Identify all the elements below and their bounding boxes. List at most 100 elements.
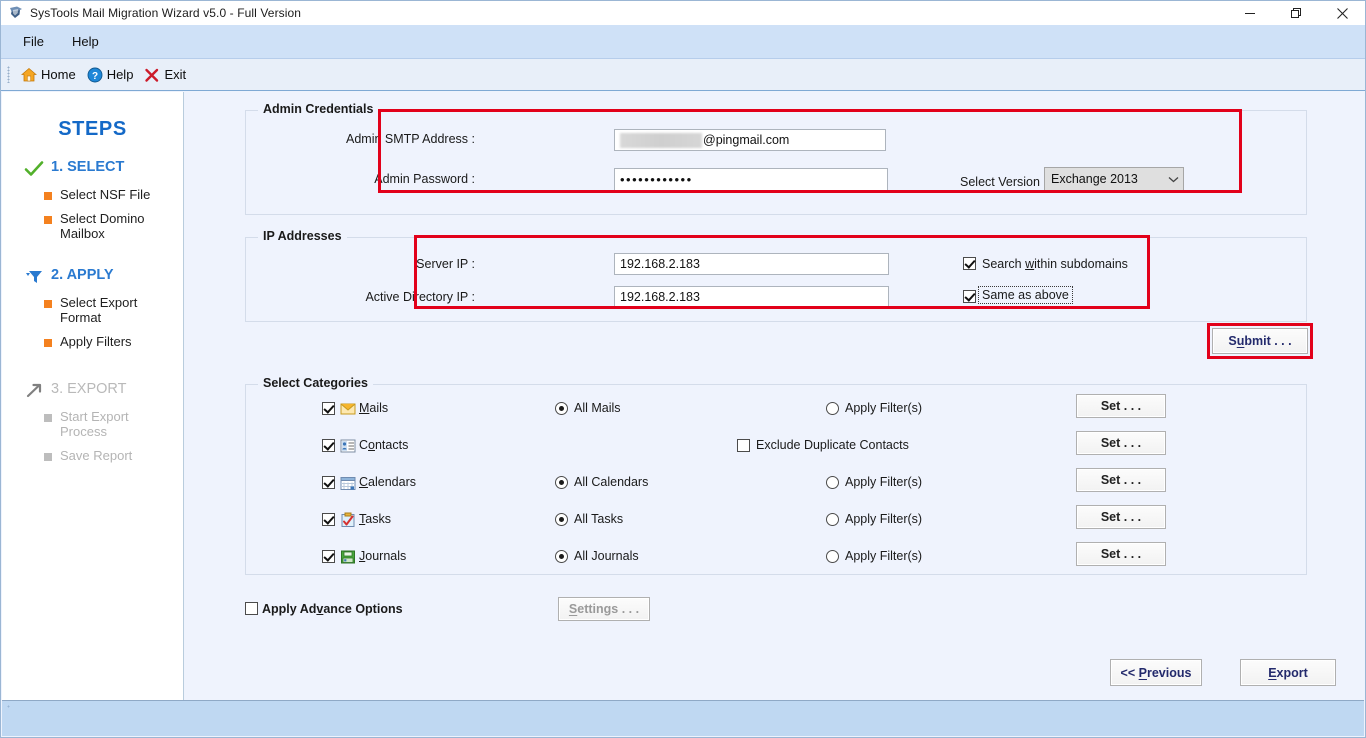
- menu-bar: File Help: [1, 25, 1365, 59]
- ip-addresses-legend: IP Addresses: [258, 229, 347, 243]
- export-button-label: Export: [1268, 665, 1308, 680]
- set-button-journals[interactable]: Set . . .: [1076, 542, 1166, 566]
- admin-smtp-input[interactable]: @pingmail.com: [614, 129, 886, 151]
- category-checkbox-tasks[interactable]: [322, 513, 335, 526]
- apply-advance-options-checkbox[interactable]: [245, 602, 258, 615]
- sidebar-label-export: 3. EXPORT: [51, 381, 127, 397]
- set-button-label-tasks: Set . . .: [1100, 510, 1142, 524]
- bullet-icon: [44, 339, 52, 347]
- steps-title: STEPS: [58, 118, 127, 140]
- all-journals-radio[interactable]: [555, 550, 568, 563]
- step-group-export: 3. EXPORT Start Export Process Save Repo…: [2, 381, 183, 463]
- admin-password-input[interactable]: ••••••••••••: [614, 168, 888, 191]
- apply-filters-label-tasks[interactable]: Apply Filter(s): [845, 512, 922, 526]
- sidebar-subitem-select-export-format[interactable]: Select Export Format: [2, 295, 162, 325]
- previous-button-label: << Previous: [1120, 665, 1192, 680]
- all-tasks-radio[interactable]: [555, 513, 568, 526]
- all-mails-label[interactable]: All Mails: [574, 401, 621, 415]
- redaction-block: [620, 132, 702, 148]
- toolbar-button-home[interactable]: Home: [17, 65, 83, 85]
- minimize-icon[interactable]: [1227, 1, 1273, 25]
- category-checkbox-contacts[interactable]: [322, 439, 335, 452]
- sidebar-item-select[interactable]: 1. SELECT: [2, 159, 183, 178]
- set-button-contacts[interactable]: Set . . .: [1076, 431, 1166, 455]
- active-directory-ip-label: Active Directory IP :: [365, 290, 475, 304]
- sidebar-subitem-apply-filters[interactable]: Apply Filters: [2, 334, 162, 349]
- select-version-value: Exchange 2013: [1051, 172, 1138, 186]
- all-calendars-radio[interactable]: [555, 476, 568, 489]
- bullet-icon: [44, 414, 52, 422]
- category-checkbox-journals[interactable]: [322, 550, 335, 563]
- apply-advance-options-label[interactable]: Apply Advance Options: [262, 602, 403, 616]
- sidebar-subitem-select-nsf-file[interactable]: Select NSF File: [2, 187, 162, 202]
- all-mails-radio[interactable]: [555, 402, 568, 415]
- category-label-contacts[interactable]: Contacts: [359, 438, 408, 452]
- apply-filters-radio-journals[interactable]: [826, 550, 839, 563]
- category-label-tasks[interactable]: Tasks: [359, 512, 391, 526]
- category-label-calendars[interactable]: Calendars: [359, 475, 416, 489]
- sidebar-item-apply[interactable]: 2. APPLY: [2, 267, 183, 286]
- svg-text:?: ?: [92, 71, 98, 82]
- previous-button[interactable]: << Previous: [1110, 659, 1202, 686]
- set-button-label-contacts: Set . . .: [1100, 436, 1142, 450]
- search-within-subdomains-checkbox[interactable]: [963, 257, 976, 270]
- settings-button[interactable]: Settings . . .: [558, 597, 650, 621]
- toolbar-label-exit: Exit: [164, 67, 187, 82]
- sidebar-label-select: 1. SELECT: [51, 159, 125, 175]
- toolbar-button-help[interactable]: ? Help: [83, 65, 141, 85]
- filter-icon: [24, 268, 44, 286]
- same-as-above-label[interactable]: Same as above: [978, 286, 1073, 304]
- category-checkbox-calendars[interactable]: [322, 476, 335, 489]
- menu-item-help[interactable]: Help: [62, 31, 109, 52]
- set-button-calendars[interactable]: Set . . .: [1076, 468, 1166, 492]
- bullet-icon: [44, 453, 52, 461]
- sidebar-subitem-select-domino-mailbox[interactable]: Select Domino Mailbox: [2, 211, 162, 241]
- submit-button[interactable]: Submit . . .: [1212, 328, 1308, 354]
- export-button[interactable]: Export: [1240, 659, 1336, 686]
- close-x-icon: [144, 67, 160, 83]
- apply-filters-label-mails[interactable]: Apply Filter(s): [845, 401, 922, 415]
- toolbar-label-home: Home: [41, 67, 76, 82]
- set-button-tasks[interactable]: Set . . .: [1076, 505, 1166, 529]
- close-icon[interactable]: [1319, 1, 1365, 25]
- admin-credentials-group: Admin Credentials: [245, 102, 1307, 215]
- arrow-export-icon: [24, 382, 44, 400]
- apply-filters-radio-calendars[interactable]: [826, 476, 839, 489]
- set-button-label-calendars: Set . . .: [1100, 473, 1142, 487]
- contacts-icon: [340, 438, 356, 454]
- category-label-mails[interactable]: Mails: [359, 401, 388, 415]
- admin-credentials-legend: Admin Credentials: [258, 102, 379, 116]
- submit-button-label: Submit . . .: [1228, 334, 1292, 348]
- tasks-icon: [340, 512, 356, 528]
- title-bar: SysTools Mail Migration Wizard v5.0 - Fu…: [1, 1, 1365, 25]
- category-checkbox-mails[interactable]: [322, 402, 335, 415]
- category-label-journals[interactable]: Journals: [359, 549, 406, 563]
- sidebar-sublabel-select-export-format: Select Export Format: [60, 295, 138, 325]
- set-button-mails[interactable]: Set . . .: [1076, 394, 1166, 418]
- sidebar-sublabel-apply-filters: Apply Filters: [60, 334, 132, 349]
- help-circle-icon: ?: [87, 67, 103, 83]
- select-version-dropdown[interactable]: Exchange 2013: [1044, 167, 1184, 191]
- chevron-down-icon: [1163, 176, 1183, 183]
- select-categories-legend: Select Categories: [258, 376, 373, 390]
- toolbar-button-exit[interactable]: Exit: [140, 65, 193, 85]
- status-bar: [2, 700, 1364, 736]
- steps-sidebar: STEPS 1. SELECT Select NSF File Select D…: [2, 92, 184, 700]
- all-journals-label[interactable]: All Journals: [574, 549, 639, 563]
- search-within-subdomains-label[interactable]: Search within subdomains: [982, 257, 1128, 271]
- all-tasks-label[interactable]: All Tasks: [574, 512, 623, 526]
- server-ip-input[interactable]: 192.168.2.183: [614, 253, 889, 275]
- restore-icon[interactable]: [1273, 1, 1319, 25]
- apply-filters-label-calendars[interactable]: Apply Filter(s): [845, 475, 922, 489]
- exclude-duplicate-contacts-checkbox[interactable]: [737, 439, 750, 452]
- toolbar-grip[interactable]: [7, 66, 10, 83]
- apply-filters-label-journals[interactable]: Apply Filter(s): [845, 549, 922, 563]
- menu-item-file[interactable]: File: [13, 31, 54, 52]
- apply-filters-radio-tasks[interactable]: [826, 513, 839, 526]
- same-as-above-checkbox[interactable]: [963, 290, 976, 303]
- active-directory-ip-input[interactable]: 192.168.2.183: [614, 286, 889, 308]
- all-calendars-label[interactable]: All Calendars: [574, 475, 648, 489]
- status-bar-grip: [7, 705, 10, 708]
- exclude-duplicate-contacts-label[interactable]: Exclude Duplicate Contacts: [756, 438, 909, 452]
- apply-filters-radio-mails[interactable]: [826, 402, 839, 415]
